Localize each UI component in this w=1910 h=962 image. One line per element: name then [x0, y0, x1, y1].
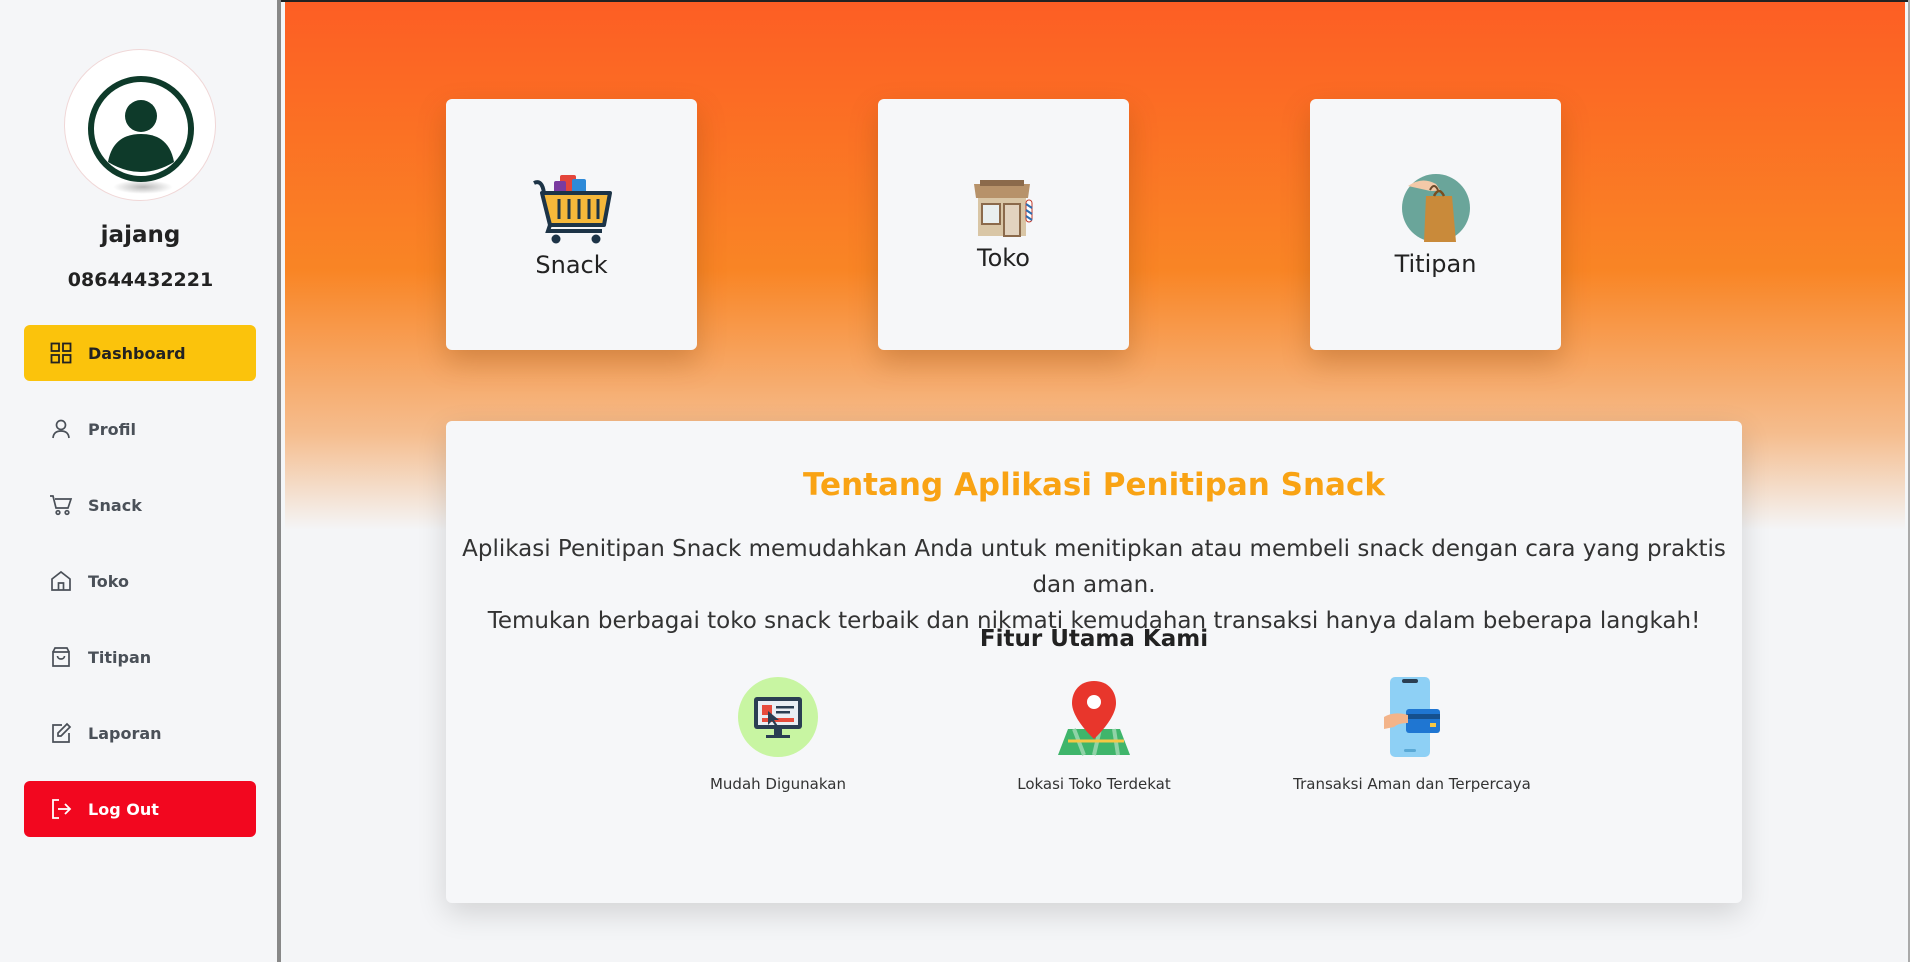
feature-transaksi-aman: Transaksi Aman dan Terpercaya — [1282, 677, 1542, 793]
map-pin-icon — [1058, 681, 1130, 756]
sidebar-item-dashboard[interactable]: Dashboard — [24, 325, 256, 381]
feature-label: Mudah Digunakan — [709, 775, 846, 793]
logout-label: Log Out — [88, 799, 159, 819]
card-snack[interactable]: Snack — [446, 99, 697, 350]
feature-lokasi-toko: Lokasi Toko Terdekat — [964, 677, 1224, 793]
sidebar-item-label: Titipan — [88, 647, 152, 667]
user-name: jajang — [100, 222, 181, 248]
edit-icon — [48, 720, 74, 746]
about-description-line: Aplikasi Penitipan Snack memudahkan Anda… — [462, 536, 1726, 598]
avatar[interactable] — [64, 49, 216, 201]
sidebar-item-label: Profil — [88, 419, 136, 439]
sidebar-item-label: Dashboard — [88, 343, 186, 363]
sidebar-item-label: Toko — [88, 571, 129, 591]
sidebar: jajang 08644432221 Dashboard Profil Snac… — [0, 0, 281, 962]
feature-label: Lokasi Toko Terdekat — [1017, 775, 1171, 793]
hand-holding-bag-icon — [1401, 173, 1470, 242]
about-title: Tentang Aplikasi Penitipan Snack — [803, 467, 1385, 503]
logout-icon — [48, 796, 74, 822]
sidebar-item-profil[interactable]: Profil — [24, 401, 256, 457]
feature-label: Transaksi Aman dan Terpercaya — [1293, 775, 1531, 793]
sidebar-item-toko[interactable]: Toko — [24, 553, 256, 609]
about-section: Tentang Aplikasi Penitipan Snack Aplikas… — [446, 421, 1742, 903]
sidebar-item-label: Laporan — [88, 723, 162, 743]
logout-button[interactable]: Log Out — [24, 781, 256, 837]
sidebar-item-laporan[interactable]: Laporan — [24, 705, 256, 761]
grid-icon — [48, 340, 74, 366]
phone-card-payment-icon — [1384, 677, 1440, 757]
bag-icon — [48, 644, 74, 670]
home-icon — [48, 568, 74, 594]
feature-mudah-digunakan: Mudah Digunakan — [648, 677, 908, 793]
sidebar-item-label: Snack — [88, 495, 142, 515]
computer-screen-icon — [738, 677, 818, 757]
sidebar-item-snack[interactable]: Snack — [24, 477, 256, 533]
card-label: Titipan — [1394, 249, 1477, 278]
user-icon — [48, 416, 74, 442]
avatar-shadow — [113, 180, 173, 194]
card-label: Snack — [535, 250, 608, 279]
card-titipan[interactable]: Titipan — [1310, 99, 1561, 350]
card-label: Toko — [977, 243, 1030, 272]
cart-icon — [48, 492, 74, 518]
main-content: Snack Toko Titipan Tentang Aplikasi Peni… — [285, 2, 1905, 962]
features-title: Fitur Utama Kami — [979, 626, 1209, 652]
user-phone: 08644432221 — [67, 269, 214, 291]
about-description: Aplikasi Penitipan Snack memudahkan Anda… — [446, 531, 1742, 639]
store-icon — [973, 179, 1033, 237]
card-toko[interactable]: Toko — [878, 99, 1129, 350]
sidebar-item-titipan[interactable]: Titipan — [24, 629, 256, 685]
user-avatar-icon — [88, 76, 194, 182]
shopping-basket-icon — [532, 174, 612, 243]
